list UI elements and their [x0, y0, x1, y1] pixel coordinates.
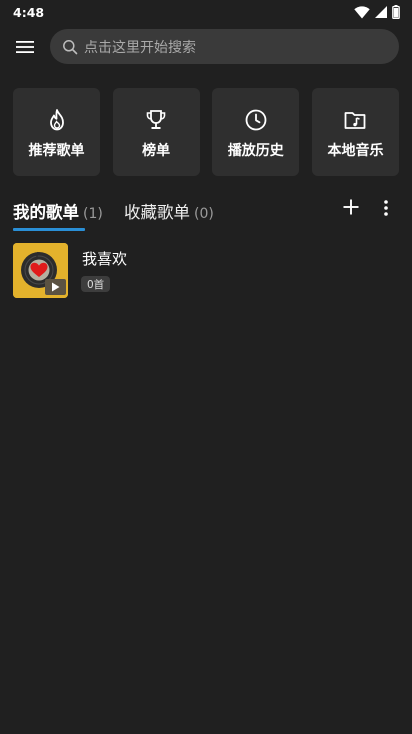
tab-count: (0): [194, 206, 214, 222]
battery-icon: [392, 5, 400, 19]
add-playlist-button[interactable]: [341, 197, 361, 217]
tab-favorite-playlists[interactable]: 收藏歌单 (0): [124, 199, 214, 223]
quick-link-label: 榜单: [142, 143, 171, 159]
tab-my-playlists[interactable]: 我的歌单 (1): [13, 199, 103, 223]
search-placeholder: 点击这里开始搜索: [84, 39, 196, 56]
music-folder-icon: [345, 112, 366, 129]
song-count-badge: 0首: [81, 276, 111, 292]
heart-record-cover-icon: [13, 243, 68, 298]
quick-links: 推荐歌单 榜单 播放历史 本地音乐: [13, 88, 399, 176]
tab-label: 收藏歌单: [124, 203, 190, 222]
status-time: 4:48: [13, 4, 45, 20]
quick-link-recommended[interactable]: 推荐歌单: [13, 88, 100, 176]
hamburger-menu-icon: [16, 41, 34, 53]
playlist-title: 我喜欢: [82, 250, 128, 268]
playlist-cover: [13, 243, 68, 298]
quick-link-label: 推荐歌单: [28, 143, 85, 159]
playlist-tabs: 我的歌单 (1) 收藏歌单 (0): [13, 199, 399, 233]
clock-icon: [245, 109, 267, 131]
tab-count: (1): [83, 206, 103, 222]
status-icons: [354, 5, 400, 19]
quick-link-history[interactable]: 播放历史: [212, 88, 300, 176]
search-input[interactable]: 点击这里开始搜索: [50, 29, 399, 64]
top-bar: 点击这里开始搜索: [0, 29, 412, 65]
menu-button[interactable]: [13, 36, 37, 58]
search-icon: [63, 39, 78, 54]
quick-link-label: 播放历史: [227, 143, 284, 159]
trophy-icon: [146, 110, 166, 129]
fire-icon: [49, 109, 64, 131]
active-tab-indicator: [13, 228, 85, 231]
more-options-button[interactable]: [378, 198, 394, 218]
tab-label: 我的歌单: [13, 203, 79, 222]
wifi-icon: [354, 5, 370, 18]
signal-icon: [375, 6, 387, 18]
plus-icon: [343, 199, 359, 215]
quick-link-label: 本地音乐: [327, 143, 384, 159]
more-vert-icon: [384, 200, 388, 216]
quick-link-charts[interactable]: 榜单: [112, 88, 200, 176]
playlist-item[interactable]: 我喜欢 0首: [13, 243, 399, 299]
quick-link-local-music[interactable]: 本地音乐: [311, 88, 399, 176]
status-bar: 4:48: [0, 0, 412, 24]
